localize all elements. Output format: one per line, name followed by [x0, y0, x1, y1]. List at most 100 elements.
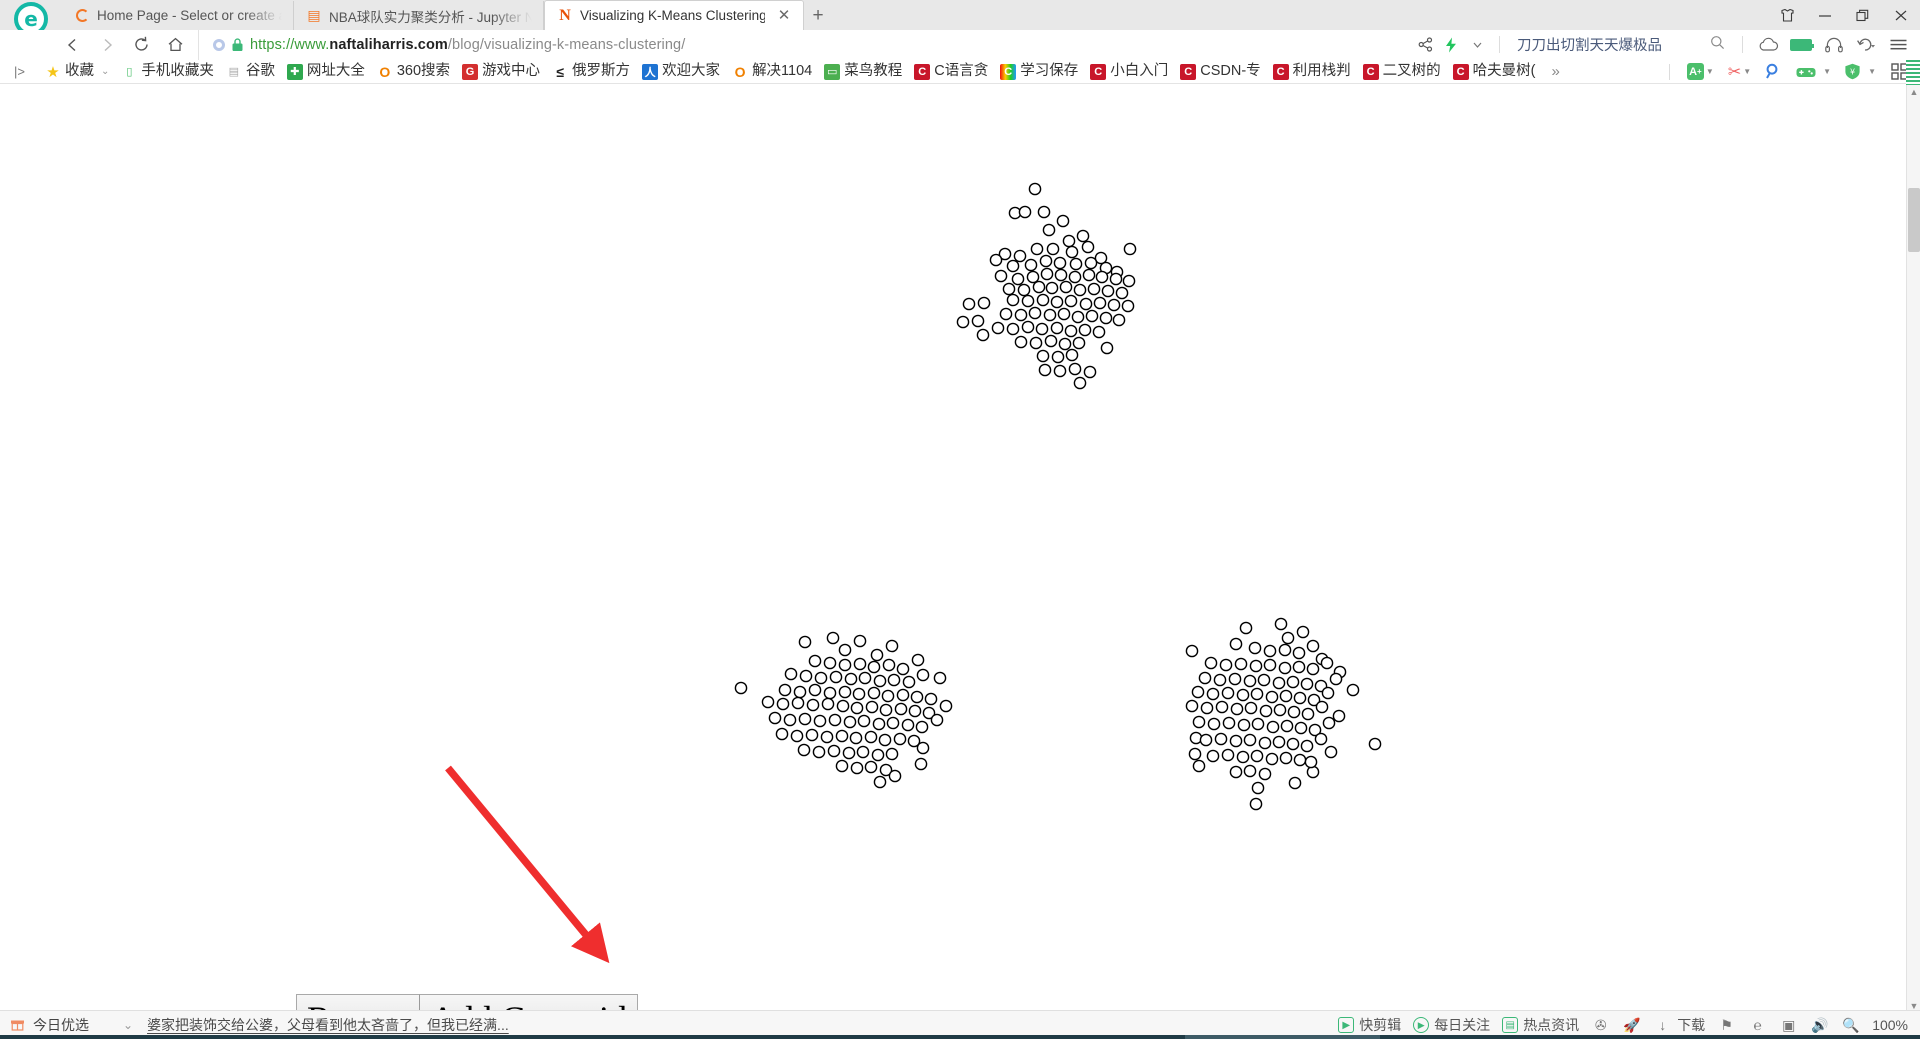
- bookmark-item-5[interactable]: G 游戏中心: [456, 60, 546, 84]
- compass-icon[interactable]: ✇: [1591, 1017, 1610, 1034]
- data-point: [1042, 223, 1056, 237]
- minimize-icon[interactable]: [1806, 0, 1844, 30]
- data-point: [933, 671, 947, 685]
- vertical-scroll-thumb[interactable]: [1908, 188, 1920, 252]
- url-bar[interactable]: https://www.naftaliharris.com/blog/visua…: [198, 29, 1412, 60]
- video-editor-button[interactable]: ▶ 快剪辑: [1338, 1015, 1401, 1035]
- scroll-up-arrow[interactable]: ▲: [1908, 87, 1920, 99]
- url-text[interactable]: https://www.naftaliharris.com/blog/visua…: [250, 37, 685, 53]
- battery-saver-icon[interactable]: [1784, 30, 1818, 60]
- bookmark-item-10[interactable]: C C语言贪: [908, 60, 994, 84]
- reload-icon[interactable]: [124, 30, 158, 60]
- data-point: [1279, 751, 1293, 765]
- undo-history-icon[interactable]: [1850, 30, 1882, 60]
- data-point: [1039, 254, 1053, 268]
- flag-icon[interactable]: ⚑: [1717, 1017, 1736, 1034]
- data-point: [1040, 267, 1054, 281]
- bookmark-item-8[interactable]: O 解决1104: [726, 60, 818, 84]
- data-point: [1221, 686, 1235, 700]
- data-point: [1021, 320, 1035, 334]
- data-point: [1054, 268, 1068, 282]
- close-icon[interactable]: [1882, 0, 1920, 30]
- chevron-down-icon[interactable]: ⌄: [101, 66, 109, 77]
- lightning-speed-icon[interactable]: [1438, 30, 1464, 60]
- sound-icon[interactable]: 🔊: [1810, 1017, 1829, 1034]
- chevron-down-icon[interactable]: [1464, 30, 1490, 60]
- data-point: [1272, 676, 1286, 690]
- scissors-screenshot-icon[interactable]: ✂ ▼: [1721, 62, 1758, 82]
- forward-arrow-icon[interactable]: [90, 30, 124, 60]
- bookmark-item-14[interactable]: C 利用栈判: [1267, 60, 1357, 84]
- data-point: [852, 687, 866, 701]
- bookmark-item-3[interactable]: ✚ 网址大全: [281, 60, 371, 84]
- bookmark-item-2[interactable]: ▤ 谷歌: [220, 60, 281, 84]
- bookmark-item-15[interactable]: C 二叉树的: [1357, 60, 1447, 84]
- kmeans-scatter-canvas[interactable]: [0, 85, 1906, 955]
- double-chevron-down-icon[interactable]: ⌄: [123, 1018, 133, 1032]
- data-point: [1043, 308, 1057, 322]
- data-point: [1259, 704, 1273, 718]
- vertical-scrollbar[interactable]: ▲ ▼: [1906, 85, 1920, 1015]
- download-button[interactable]: ↓ 下载: [1653, 1015, 1705, 1035]
- rocket-boost-icon[interactable]: 🚀: [1622, 1017, 1641, 1034]
- data-point: [775, 727, 789, 741]
- data-point: [1024, 258, 1038, 272]
- toolbar-search[interactable]: 刀刀出切割天天爆极品: [1509, 34, 1733, 55]
- site-info-icon[interactable]: [213, 38, 225, 51]
- window-split-icon[interactable]: ▣: [1779, 1017, 1798, 1034]
- share-icon[interactable]: [1412, 30, 1438, 60]
- new-tab-button[interactable]: +: [804, 2, 832, 30]
- bookmark-item-9[interactable]: ▭ 菜鸟教程: [818, 60, 908, 84]
- data-point: [799, 669, 813, 683]
- e-logo-icon[interactable]: ℮: [1748, 1017, 1767, 1033]
- news-headline[interactable]: 婆家把装饰交给公婆，父母看到他太吝啬了，但我已经满...: [147, 1015, 509, 1035]
- bookmark-item-4[interactable]: O 360搜索: [371, 60, 456, 84]
- bookmark-item-7[interactable]: 人欢迎大家: [636, 60, 726, 84]
- data-point: [1035, 322, 1049, 336]
- shield-yen-icon[interactable]: ¥: [1837, 63, 1868, 80]
- bookmark-items: ★ 收藏 ⌄ ▯ 手机收藏夹 ▤ 谷歌 ✚ 网址大全 O 360搜索 G 游戏中心 ≤ 俄罗斯方人欢迎大家 O…: [39, 60, 1542, 84]
- data-point: [1251, 717, 1265, 731]
- menu-hamburger-icon[interactable]: [1882, 30, 1914, 60]
- bookmark-item-13[interactable]: C CSDN-专: [1174, 60, 1266, 84]
- shirt-skin-icon[interactable]: [1768, 0, 1806, 30]
- data-point: [1189, 731, 1203, 745]
- bookmark-list-icon[interactable]: |>: [0, 64, 39, 79]
- data-point: [870, 648, 884, 662]
- bookmarks-overflow-button[interactable]: »: [1542, 63, 1570, 80]
- back-arrow-icon[interactable]: [56, 30, 90, 60]
- daily-follow-button[interactable]: ▶ 每日关注: [1413, 1015, 1490, 1035]
- cloud-sync-icon[interactable]: [1752, 30, 1784, 60]
- search-icon[interactable]: [1710, 35, 1725, 54]
- data-point: [873, 674, 887, 688]
- bookmark-item-1[interactable]: ▯ 手机收藏夹: [115, 60, 220, 84]
- gamepad-icon[interactable]: [1789, 65, 1823, 79]
- home-icon[interactable]: [158, 30, 192, 60]
- bookmark-item-12[interactable]: C 小白入门: [1084, 60, 1174, 84]
- data-point: [867, 686, 881, 700]
- bookmark-item-16[interactable]: C 哈夫曼树(: [1447, 60, 1542, 84]
- tab-visualizing-kmeans[interactable]: N Visualizing K-Means Clustering ✕: [544, 0, 804, 30]
- bookmark-item-6[interactable]: ≤ 俄罗斯方: [546, 60, 636, 84]
- data-point: [916, 741, 930, 755]
- data-point: [901, 718, 915, 732]
- magnifier-icon[interactable]: [1758, 63, 1789, 80]
- bookmark-label: 欢迎大家: [662, 63, 721, 80]
- today-picks-label[interactable]: 今日优选: [33, 1015, 89, 1035]
- bookmark-item-0[interactable]: ★ 收藏 ⌄: [39, 60, 115, 84]
- hot-news-button[interactable]: ▤ 热点资讯: [1502, 1015, 1579, 1035]
- tab-close-icon[interactable]: ✕: [776, 8, 792, 23]
- bookmark-item-11[interactable]: C 学习保存: [994, 60, 1084, 84]
- headphones-icon[interactable]: [1818, 30, 1850, 60]
- search-icon[interactable]: 🔍: [1841, 1017, 1860, 1034]
- maximize-icon[interactable]: [1844, 0, 1882, 30]
- tab-jupyter-notebook[interactable]: ▤ NBA球队实力聚类分析 - Jupyter N: [294, 1, 544, 30]
- tab-home-page[interactable]: Home Page - Select or create a: [62, 1, 294, 30]
- data-point: [812, 745, 826, 759]
- os-taskbar-active-window[interactable]: [1185, 1035, 1380, 1039]
- data-point: [1018, 205, 1032, 219]
- zoom-level-label[interactable]: 100%: [1872, 1017, 1908, 1033]
- search-input-value[interactable]: 刀刀出切割天天爆极品: [1517, 34, 1662, 55]
- translate-icon[interactable]: A + ▼: [1680, 63, 1721, 80]
- data-point: [1248, 641, 1262, 655]
